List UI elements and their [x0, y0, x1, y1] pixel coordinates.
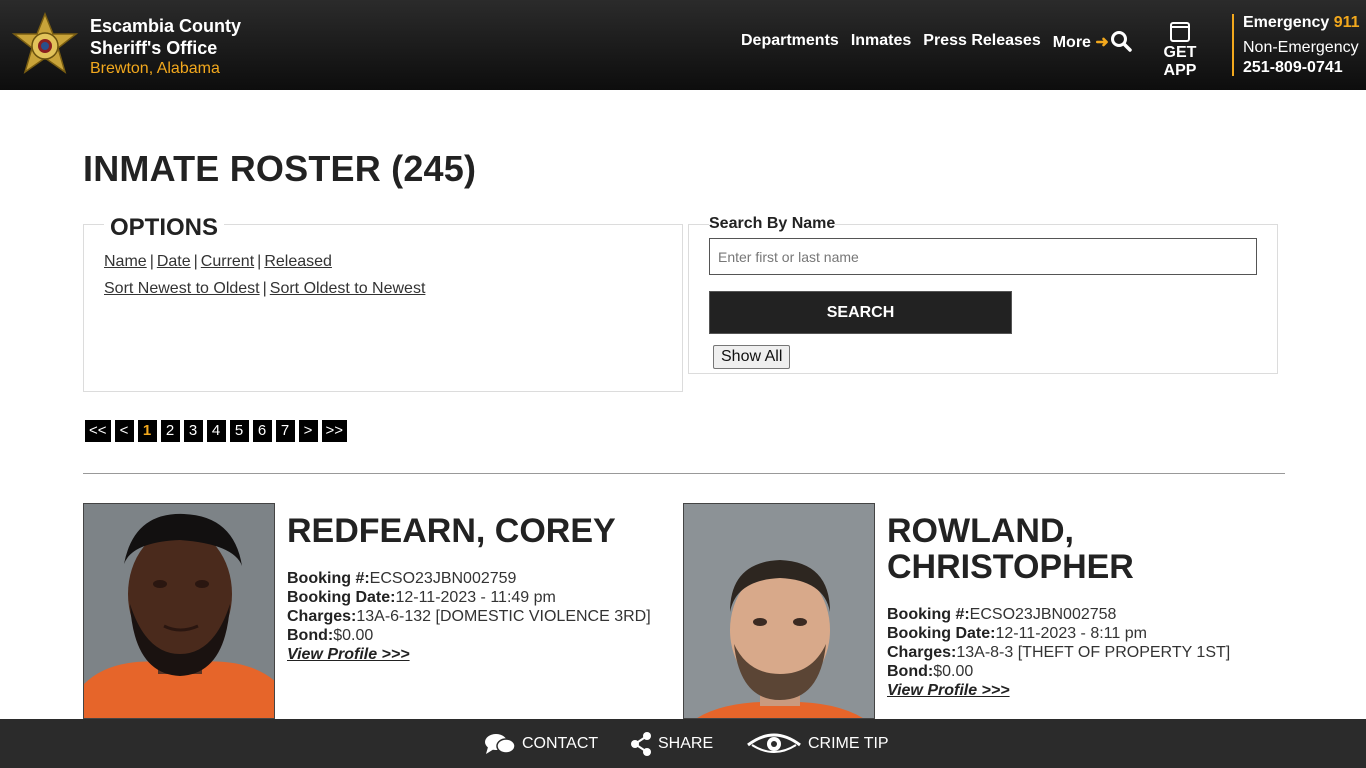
booking-number-row: Booking #:ECSO23JBN002759 — [287, 569, 651, 588]
search-name-input[interactable] — [709, 238, 1257, 275]
page-title: INMATE ROSTER (245) — [83, 148, 477, 189]
bond-row: Bond:$0.00 — [887, 662, 1230, 681]
org-name-line1: Escambia County — [90, 16, 242, 36]
brand-block[interactable]: Escambia County Sheriff's Office Brewton… — [90, 15, 241, 79]
org-name-line2: Sheriff's Office — [90, 38, 218, 58]
contact-button[interactable]: CONTACT — [484, 719, 598, 768]
nav-inmates[interactable]: Inmates — [851, 32, 911, 52]
booking-date: 12-11-2023 - 11:49 pm — [395, 589, 556, 606]
share-button[interactable]: SHARE — [630, 719, 713, 768]
search-label: Search By Name — [709, 215, 836, 233]
filter-current-link[interactable]: Current — [201, 253, 254, 270]
booking-number-label: Booking #: — [287, 570, 370, 587]
page-last[interactable]: >> — [321, 420, 348, 442]
booking-date-row: Booking Date:12-11-2023 - 11:49 pm — [287, 588, 651, 607]
mugshot-image — [84, 504, 274, 718]
charges: 13A-6-132 [DOMESTIC VIOLENCE 3RD] — [356, 608, 651, 625]
options-title: OPTIONS — [104, 214, 225, 242]
page-6[interactable]: 6 — [252, 420, 272, 442]
get-app-button[interactable]: GET APP — [1147, 22, 1213, 80]
booking-date-label: Booking Date: — [887, 625, 996, 642]
emergency-label: Emergency — [1243, 14, 1330, 31]
charges-row: Charges:13A-6-132 [DOMESTIC VIOLENCE 3RD… — [287, 607, 651, 626]
nav-more-label: More — [1052, 34, 1091, 51]
page-2[interactable]: 2 — [160, 420, 180, 442]
booking-number: ECSO23JBN002759 — [369, 570, 517, 587]
page-3[interactable]: 3 — [183, 420, 203, 442]
booking-date: 12-11-2023 - 8:11 pm — [995, 625, 1147, 642]
bond-label: Bond: — [287, 627, 334, 644]
page-1[interactable]: 1 — [137, 420, 157, 442]
sort-by-name-link[interactable]: Name — [104, 253, 147, 270]
sort-by-date-link[interactable]: Date — [157, 253, 191, 270]
site-header: Escambia County Sheriff's Office Brewton… — [0, 0, 1366, 90]
view-profile-link[interactable]: View Profile >>> — [287, 646, 410, 663]
inmate-name-line2: CHRISTOPHER — [887, 548, 1134, 586]
page-7[interactable]: 7 — [275, 420, 295, 442]
filter-released-link[interactable]: Released — [264, 253, 332, 270]
sticky-footer-bar: CONTACT SHARE CRIME TIP — [0, 719, 1366, 768]
bond-row: Bond:$0.00 — [287, 626, 651, 645]
pagination: << < 1 2 3 4 5 6 7 > >> — [85, 420, 348, 442]
sort-oldest-link[interactable]: Sort Oldest to Newest — [270, 280, 426, 297]
show-all-button[interactable]: Show All — [713, 345, 791, 369]
booking-date-label: Booking Date: — [287, 589, 396, 606]
inmate-photo[interactable] — [83, 503, 275, 719]
booking-number-label: Booking #: — [887, 606, 970, 623]
inmate-name-line1: ROWLAND, — [887, 512, 1074, 550]
phone-icon — [1170, 22, 1190, 42]
options-panel — [83, 224, 683, 392]
charges: 13A-8-3 [THEFT OF PROPERTY 1ST] — [956, 644, 1231, 661]
charges-row: Charges:13A-8-3 [THEFT OF PROPERTY 1ST] — [887, 643, 1230, 662]
main-nav: Departments Inmates Press Releases More … — [741, 32, 1121, 52]
share-icon — [631, 731, 651, 756]
nav-press-releases[interactable]: Press Releases — [923, 32, 1040, 52]
non-emergency-number[interactable]: 251-809-0741 — [1243, 58, 1360, 78]
booking-number-row: Booking #:ECSO23JBN002758 — [887, 605, 1230, 624]
inmate-photo[interactable] — [683, 503, 875, 719]
arrow-right-icon: ➜ — [1090, 34, 1109, 51]
inmate-details: Booking #:ECSO23JBN002758 Booking Date:1… — [887, 605, 1230, 700]
chat-bubbles-icon — [485, 733, 516, 754]
bond: $0.00 — [933, 663, 974, 680]
sort-by-links: Name | Date | Current | Released — [104, 253, 332, 270]
sort-newest-link[interactable]: Sort Newest to Oldest — [104, 280, 260, 297]
emergency-line[interactable]: Emergency 911 — [1243, 13, 1360, 33]
org-location: Brewton, Alabama — [90, 60, 220, 77]
page-first[interactable]: << — [85, 420, 111, 442]
bond: $0.00 — [333, 627, 374, 644]
inmate-name: ROWLAND, CHRISTOPHER — [887, 513, 1134, 585]
page-4[interactable]: 4 — [206, 420, 226, 442]
crime-tip-label: CRIME TIP — [808, 734, 889, 752]
non-emergency-label: Non-Emergency — [1243, 39, 1359, 56]
search-icon[interactable] — [1110, 30, 1132, 52]
bond-label: Bond: — [887, 663, 934, 680]
mugshot-image — [684, 504, 874, 718]
eye-icon — [747, 733, 801, 753]
share-label: SHARE — [658, 734, 714, 752]
page-next[interactable]: > — [298, 420, 318, 442]
emergency-contacts: Emergency 911 Non-Emergency 251-809-0741 — [1243, 13, 1360, 78]
booking-number: ECSO23JBN002758 — [969, 606, 1117, 623]
get-app-label: GET APP — [1163, 44, 1197, 79]
nav-more[interactable]: More ➜ — [1053, 32, 1109, 52]
section-divider — [83, 473, 1285, 474]
inmate-details: Booking #:ECSO23JBN002759 Booking Date:1… — [287, 569, 651, 664]
header-divider — [1232, 14, 1234, 76]
sort-order-links: Sort Newest to Oldest | Sort Oldest to New… — [104, 280, 426, 297]
search-button[interactable]: SEARCH — [709, 291, 1012, 334]
crime-tip-button[interactable]: CRIME TIP — [746, 719, 889, 768]
charges-label: Charges: — [887, 644, 957, 661]
inmate-name: REDFEARN, COREY — [287, 512, 616, 550]
page-prev[interactable]: < — [114, 420, 134, 442]
view-profile-link[interactable]: View Profile >>> — [887, 682, 1010, 699]
booking-date-row: Booking Date:12-11-2023 - 8:11 pm — [887, 624, 1230, 643]
contact-label: CONTACT — [522, 734, 599, 752]
emergency-number: 911 — [1333, 14, 1360, 31]
nav-departments[interactable]: Departments — [741, 32, 839, 52]
page-5[interactable]: 5 — [229, 420, 249, 442]
charges-label: Charges: — [287, 608, 357, 625]
sheriff-star-logo[interactable] — [10, 12, 80, 82]
